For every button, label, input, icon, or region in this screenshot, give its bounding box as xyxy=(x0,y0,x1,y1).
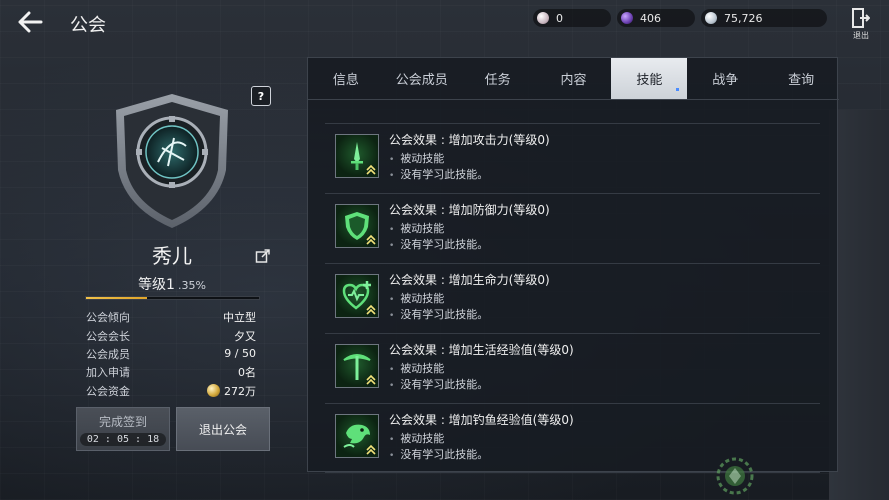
sword-icon xyxy=(335,134,379,178)
exit-door-icon xyxy=(852,8,870,28)
currency-pearl: 0 xyxy=(533,9,611,27)
guild-exp-progress xyxy=(85,296,260,300)
skill-title: 公会效果 : 增加防御力(等级0) xyxy=(389,203,550,217)
exit-label: 退出 xyxy=(853,31,869,40)
stat-row-tendency: 公会倾向 中立型 xyxy=(86,308,256,326)
skill-list: 公会效果 : 增加攻击力(等级0) • 被动技能 • 没有学习此技能。 公会效果 :… xyxy=(325,123,820,473)
skill-note-text: 没有学习此技能。 xyxy=(400,448,489,461)
stat-value: 0名 xyxy=(238,366,256,380)
guild-emblem-icon xyxy=(116,94,228,228)
skill-note: • 没有学习此技能。 xyxy=(389,238,489,251)
stat-row-members: 公会成员 9 / 50 xyxy=(86,345,256,363)
guild-stats: 公会倾向 中立型 公会会长 夕又 公会成员 9 / 50 加入申请 0名 公会资… xyxy=(86,308,256,400)
skill-title: 公会效果 : 增加生命力(等级0) xyxy=(389,273,550,287)
skill-title: 公会效果 : 增加钓鱼经验值(等级0) xyxy=(389,413,574,427)
shield-icon xyxy=(335,204,379,248)
skill-note: • 没有学习此技能。 xyxy=(389,448,489,461)
skill-type: • 被动技能 xyxy=(389,152,445,165)
gold-coin-icon xyxy=(207,384,220,398)
skill-note: • 没有学习此技能。 xyxy=(389,378,489,391)
skills-panel: 信息 公会成员 任务 内容 技能 战争 查询 公会效果 : 增加攻击力(等级0)… xyxy=(307,57,839,473)
skill-row-health[interactable]: 公会效果 : 增加生命力(等级0) • 被动技能 • 没有学习此技能。 xyxy=(325,263,820,333)
exit-button[interactable]: 退出 xyxy=(846,8,876,44)
skill-type: • 被动技能 xyxy=(389,222,445,235)
stat-row-applications: 加入申请 0名 xyxy=(86,363,256,381)
currency-crystal: 406 xyxy=(617,9,695,27)
tab-skills[interactable]: 技能 xyxy=(611,58,688,99)
stat-value: 9 / 50 xyxy=(224,347,256,361)
tab-info[interactable]: 信息 xyxy=(308,58,384,99)
stat-value-funds: 272万 xyxy=(207,383,256,399)
guild-level-label: 等级1 xyxy=(138,277,175,293)
currency-silver: 75,726 xyxy=(701,9,827,27)
skill-note-text: 没有学习此技能。 xyxy=(400,378,489,391)
skill-note: • 没有学习此技能。 xyxy=(389,308,489,321)
guild-exp-fill xyxy=(86,297,147,299)
skill-type: • 被动技能 xyxy=(389,432,445,445)
checkin-label: 完成签到 xyxy=(98,414,147,429)
stat-key: 加入申请 xyxy=(86,366,130,380)
crystal-icon xyxy=(621,12,633,24)
currency-crystal-value: 406 xyxy=(640,11,661,25)
stat-value: 272万 xyxy=(224,384,256,398)
tab-bar: 信息 公会成员 任务 内容 技能 战争 查询 xyxy=(308,58,839,100)
skill-note-text: 没有学习此技能。 xyxy=(400,238,489,251)
share-icon[interactable] xyxy=(255,248,271,264)
top-bar: 公会 0 406 75,726 退出 xyxy=(0,0,889,46)
tab-war[interactable]: 战争 xyxy=(687,58,763,99)
back-arrow-icon[interactable] xyxy=(14,8,46,36)
silver-coin-icon xyxy=(705,12,717,24)
skill-title: 公会效果 : 增加生活经验值(等级0) xyxy=(389,343,574,357)
stat-row-leader: 公会会长 夕又 xyxy=(86,326,256,344)
leave-guild-button[interactable]: 退出公会 xyxy=(176,407,270,451)
skill-type-text: 被动技能 xyxy=(400,292,445,305)
page-title: 公会 xyxy=(70,15,106,36)
watermark xyxy=(715,456,755,496)
skill-type-text: 被动技能 xyxy=(400,222,445,235)
skill-row-attack[interactable]: 公会效果 : 增加攻击力(等级0) • 被动技能 • 没有学习此技能。 xyxy=(325,123,820,193)
skill-type-text: 被动技能 xyxy=(400,362,445,375)
skill-row-defense[interactable]: 公会效果 : 增加防御力(等级0) • 被动技能 • 没有学习此技能。 xyxy=(325,193,820,263)
stat-value: 中立型 xyxy=(223,311,256,325)
guild-level: 等级1.35% xyxy=(108,274,236,294)
tab-quests[interactable]: 任务 xyxy=(460,58,536,99)
skill-type-text: 被动技能 xyxy=(400,152,445,165)
stat-key: 公会资金 xyxy=(86,384,130,398)
skill-type: • 被动技能 xyxy=(389,362,445,375)
skill-note-text: 没有学习此技能。 xyxy=(400,168,489,181)
currency-pearl-value: 0 xyxy=(556,11,563,25)
skill-note: • 没有学习此技能。 xyxy=(389,168,489,181)
tab-search[interactable]: 查询 xyxy=(763,58,839,99)
guild-level-percent: .35% xyxy=(177,279,206,292)
help-icon[interactable]: ? xyxy=(251,86,271,106)
skill-row-life-exp[interactable]: 公会效果 : 增加生活经验值(等级0) • 被动技能 • 没有学习此技能。 xyxy=(325,333,820,403)
watermark-logo-icon xyxy=(716,457,754,495)
skill-type-text: 被动技能 xyxy=(400,432,445,445)
guild-name: 秀儿 xyxy=(152,244,192,268)
checkin-timer: 02 : 05 : 18 xyxy=(79,432,167,446)
skill-note-text: 没有学习此技能。 xyxy=(400,308,489,321)
tab-members[interactable]: 公会成员 xyxy=(384,58,460,99)
checkin-button[interactable]: 完成签到 02 : 05 : 18 xyxy=(76,407,170,451)
currency-silver-value: 75,726 xyxy=(724,11,763,25)
stat-value: 夕又 xyxy=(234,329,256,343)
skill-type: • 被动技能 xyxy=(389,292,445,305)
heart-plus-icon xyxy=(335,274,379,318)
pickaxe-icon xyxy=(335,344,379,388)
fish-icon xyxy=(335,414,379,458)
stat-key: 公会成员 xyxy=(86,347,130,361)
tab-content[interactable]: 内容 xyxy=(536,58,612,99)
stat-row-funds: 公会资金 272万 xyxy=(86,382,256,400)
castle-tower-background xyxy=(829,110,889,500)
stat-key: 公会会长 xyxy=(86,329,130,343)
pearl-icon xyxy=(537,12,549,24)
stat-key: 公会倾向 xyxy=(86,311,130,325)
skill-title: 公会效果 : 增加攻击力(等级0) xyxy=(389,133,550,147)
